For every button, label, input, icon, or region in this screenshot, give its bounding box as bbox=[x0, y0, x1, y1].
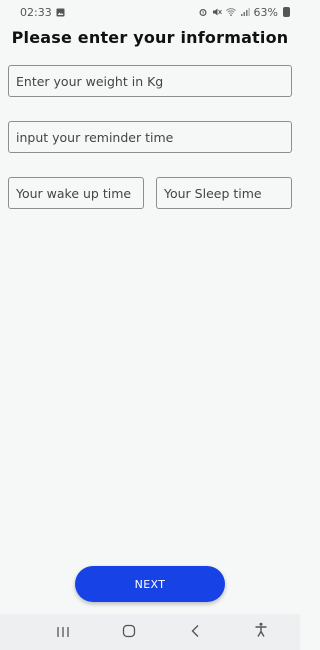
accessibility-button[interactable] bbox=[247, 618, 275, 646]
battery-percent: 63% bbox=[253, 5, 278, 19]
accessibility-icon bbox=[254, 622, 268, 642]
recent-apps-icon bbox=[56, 623, 70, 642]
status-right: 63% bbox=[198, 6, 290, 19]
signal-icon bbox=[240, 7, 250, 17]
image-icon bbox=[56, 7, 66, 17]
battery-icon bbox=[283, 7, 290, 17]
page-title: Please enter your information bbox=[11, 28, 289, 47]
wifi-icon bbox=[225, 7, 236, 17]
sleep-time-input[interactable] bbox=[164, 185, 284, 201]
mute-icon bbox=[212, 7, 222, 17]
app-screen: 02:33 63% Please enter your information bbox=[0, 0, 300, 650]
back-icon bbox=[190, 623, 200, 642]
alarm-icon bbox=[198, 7, 208, 17]
wake-time-input[interactable] bbox=[16, 185, 136, 201]
weight-field[interactable] bbox=[8, 65, 292, 97]
status-bar: 02:33 63% bbox=[0, 0, 300, 24]
sleep-field[interactable] bbox=[156, 177, 292, 209]
status-time: 02:33 bbox=[20, 5, 52, 19]
wake-field[interactable] bbox=[8, 177, 144, 209]
status-left: 02:33 bbox=[20, 6, 66, 19]
reminder-field[interactable] bbox=[8, 121, 292, 153]
system-nav-bar bbox=[0, 614, 300, 650]
recent-apps-button[interactable] bbox=[49, 618, 77, 646]
next-button[interactable]: NEXT bbox=[75, 566, 225, 602]
weight-input[interactable] bbox=[16, 73, 284, 89]
home-icon bbox=[122, 623, 136, 642]
home-button[interactable] bbox=[115, 618, 143, 646]
back-button[interactable] bbox=[181, 618, 209, 646]
reminder-time-input[interactable] bbox=[16, 129, 284, 145]
